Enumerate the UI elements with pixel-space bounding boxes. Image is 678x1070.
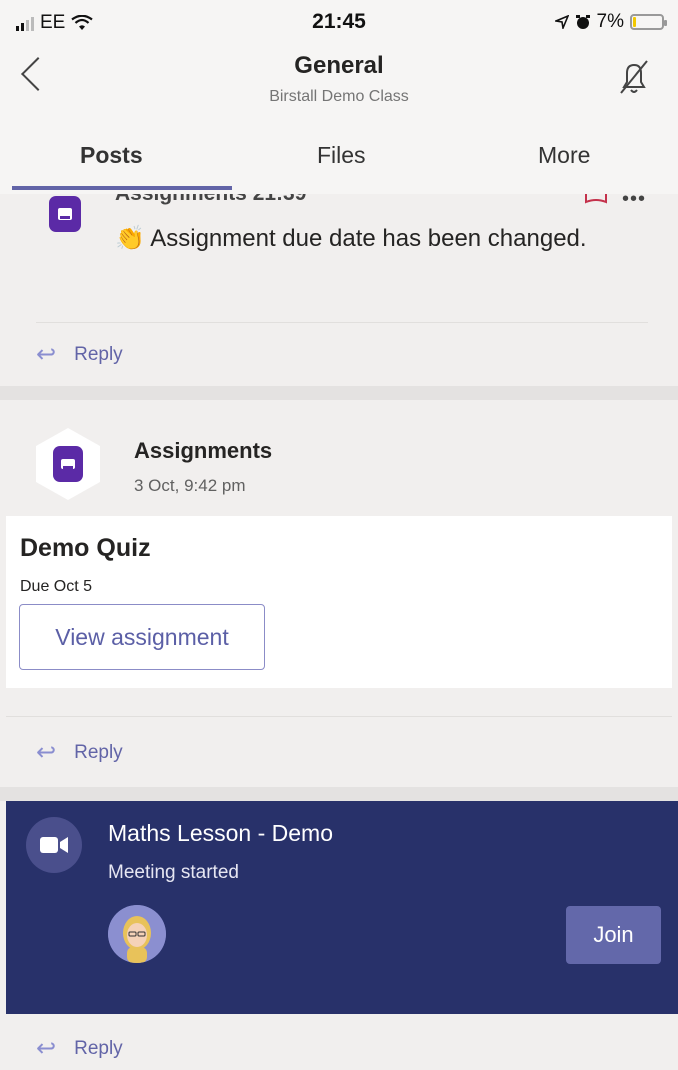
backpack-icon: [49, 196, 81, 232]
reply-button[interactable]: ↩ Reply: [36, 1034, 123, 1063]
video-camera-icon: [26, 817, 82, 873]
alarm-icon: [575, 15, 590, 29]
more-options-icon[interactable]: •••: [622, 188, 646, 211]
participant-avatar: [108, 905, 166, 963]
post-card-footer: [6, 688, 672, 716]
person-icon: [108, 905, 166, 963]
post-separator: [0, 787, 678, 801]
channel-title: General: [294, 52, 384, 79]
divider: [36, 322, 648, 323]
battery-percent: 7%: [596, 11, 624, 32]
reply-button[interactable]: ↩ Reply: [36, 738, 123, 767]
status-bar: EE 21:45 7%: [0, 0, 678, 44]
reply-arrow-icon: ↩: [36, 341, 57, 368]
assignment-title: Demo Quiz: [20, 534, 151, 562]
reply-arrow-icon: ↩: [36, 739, 57, 766]
bell-slash-icon[interactable]: [612, 55, 656, 99]
post-timestamp: 3 Oct, 9:42 pm: [134, 476, 246, 495]
post-author: Assignments 21:39: [115, 194, 355, 206]
post-separator: [0, 386, 678, 400]
tab-files[interactable]: Files: [317, 142, 366, 169]
location-arrow-icon: [554, 15, 569, 29]
post-author: Assignments: [134, 438, 273, 463]
join-meeting-button[interactable]: Join: [566, 906, 661, 964]
camera-glyph: [40, 837, 68, 853]
reply-label: Reply: [74, 741, 123, 763]
tab-posts[interactable]: Posts: [80, 142, 143, 169]
tab-more[interactable]: More: [538, 142, 590, 169]
reply-button[interactable]: ↩ Reply: [36, 340, 123, 369]
team-name: Birstall Demo Class: [269, 88, 409, 105]
meeting-status: Meeting started: [108, 862, 239, 883]
view-assignment-button[interactable]: View assignment: [19, 604, 265, 670]
clapping-hands-icon: 👏: [115, 225, 145, 252]
reply-label: Reply: [74, 1037, 123, 1059]
active-tab-indicator: [12, 186, 232, 190]
immersive-reader-icon[interactable]: [584, 194, 608, 206]
post-message-text: Assignment due date has been changed.: [150, 225, 587, 252]
meeting-title[interactable]: Maths Lesson - Demo: [108, 820, 333, 847]
post-author-clipped: Assignments 21:39: [115, 194, 355, 207]
status-right: 7%: [554, 11, 667, 33]
battery-icon: [630, 14, 667, 30]
assignment-due-date: Due Oct 5: [20, 578, 93, 595]
post-message: 👏 Assignment due date has been changed.: [115, 222, 635, 256]
assignments-avatar: [36, 428, 100, 500]
reply-arrow-icon: ↩: [36, 1035, 57, 1062]
reply-label: Reply: [74, 343, 123, 365]
